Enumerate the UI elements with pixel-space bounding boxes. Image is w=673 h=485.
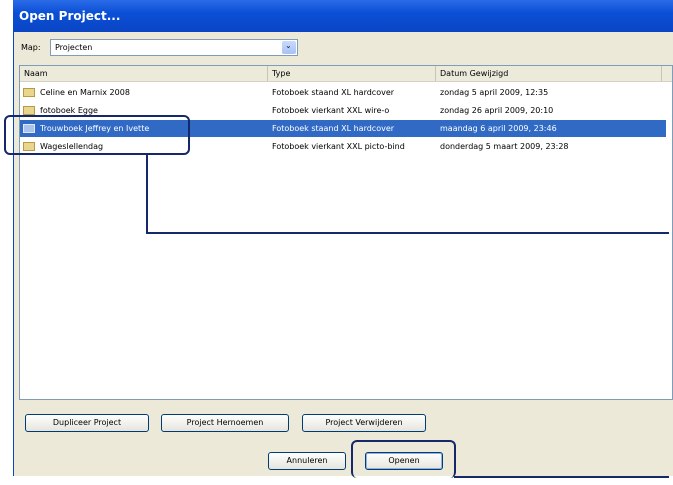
folder-label: Map:	[21, 43, 41, 52]
cancel-button[interactable]: Annuleren	[268, 452, 346, 470]
folder-icon	[23, 106, 35, 115]
list-item[interactable]: Celine en Marnix 2008 Fotoboek staand XL…	[20, 84, 666, 101]
column-header-date[interactable]: Datum Gewijzigd	[436, 66, 662, 81]
callout-frame-open-button	[351, 440, 456, 478]
column-header-type[interactable]: Type	[268, 66, 436, 81]
delete-project-button[interactable]: Project Verwijderen	[302, 414, 426, 432]
project-type: Fotoboek vierkant XXL wire-o	[272, 106, 390, 115]
folder-icon	[23, 88, 35, 97]
title-bar: Open Project...	[13, 0, 673, 32]
folder-dropdown[interactable]: Projecten ⌄	[50, 39, 298, 56]
project-type: Fotoboek staand XL hardcover	[272, 124, 395, 133]
project-type: Fotoboek staand XL hardcover	[272, 88, 395, 97]
project-date: zondag 26 april 2009, 20:10	[440, 106, 554, 115]
callout-line	[146, 232, 669, 234]
project-type: Fotoboek vierkant XXL picto-bind	[272, 142, 405, 151]
project-name: Celine en Marnix 2008	[40, 88, 130, 97]
project-date: donderdag 5 maart 2009, 23:28	[440, 142, 569, 151]
callout-line	[146, 155, 148, 234]
window-title: Open Project...	[19, 9, 121, 23]
project-date: maandag 6 april 2009, 23:46	[440, 124, 557, 133]
project-date: zondag 5 april 2009, 12:35	[440, 88, 549, 97]
chevron-down-icon: ⌄	[285, 41, 292, 50]
rename-project-button[interactable]: Project Hernoemen	[161, 414, 289, 432]
duplicate-project-button[interactable]: Dupliceer Project	[25, 414, 149, 432]
dropdown-arrow-button[interactable]: ⌄	[282, 41, 296, 54]
list-header: Naam Type Datum Gewijzigd	[20, 66, 672, 82]
callout-line	[454, 476, 669, 478]
folder-value: Projecten	[55, 43, 93, 52]
callout-frame-selected-project	[4, 115, 190, 155]
column-header-name[interactable]: Naam	[20, 66, 268, 81]
